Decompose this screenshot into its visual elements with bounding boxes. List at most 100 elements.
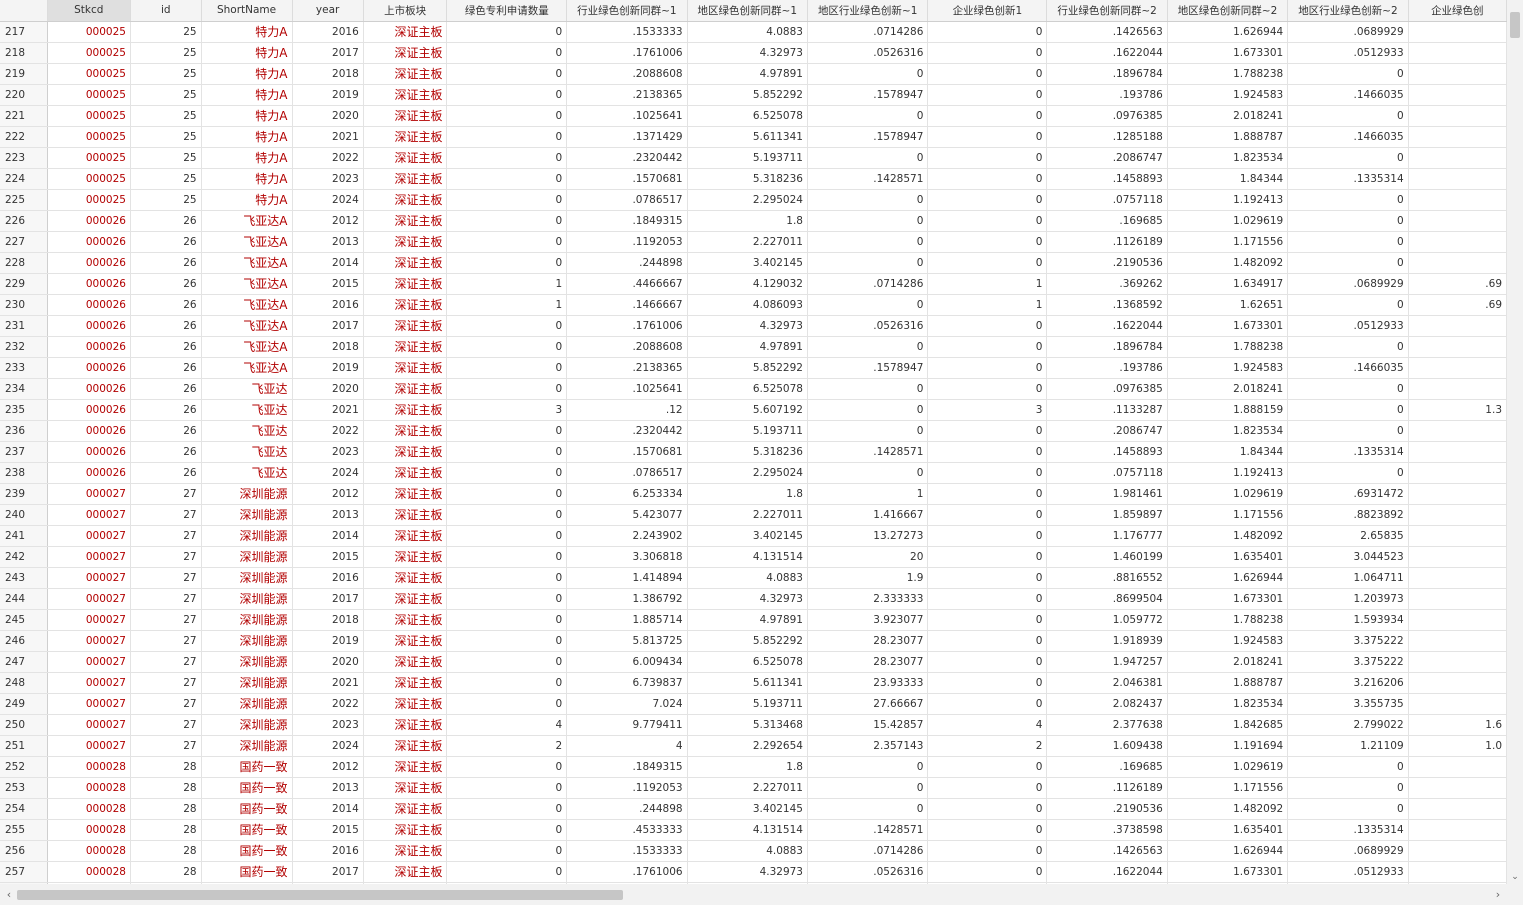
table-cell[interactable]: 深证主板 <box>363 357 448 379</box>
table-row[interactable]: 247 000027 27 深圳能源 2020 深证主板 0 6.009434 6.525078… <box>0 651 1507 673</box>
table-cell[interactable]: 27 <box>130 630 202 652</box>
table-cell[interactable]: 28 <box>130 840 202 862</box>
table-cell[interactable]: 0 <box>446 462 568 484</box>
table-cell[interactable]: .1335314 <box>1287 168 1409 190</box>
table-cell[interactable]: .0714286 <box>807 21 929 43</box>
table-cell[interactable]: 深证主板 <box>363 147 448 169</box>
table-cell[interactable]: 0 <box>446 756 568 778</box>
table-cell[interactable]: 0 <box>1287 798 1409 820</box>
table-cell[interactable]: 0 <box>927 861 1048 883</box>
table-cell[interactable]: 2.333333 <box>807 588 929 610</box>
table-cell[interactable]: 特力A <box>201 147 293 169</box>
table-cell[interactable]: 0 <box>446 378 568 400</box>
table-cell[interactable]: 0 <box>446 588 568 610</box>
table-cell[interactable]: 2020 <box>292 105 364 127</box>
table-cell[interactable]: .0526316 <box>807 315 929 337</box>
table-cell[interactable]: 1.626944 <box>1167 840 1289 862</box>
table-cell[interactable]: 1.62651 <box>1167 294 1289 316</box>
table-cell[interactable]: 1.84344 <box>1167 168 1289 190</box>
table-cell[interactable]: 2014 <box>292 798 364 820</box>
table-cell[interactable]: 0 <box>1287 252 1409 274</box>
table-cell[interactable]: 4 <box>927 714 1048 736</box>
table-cell[interactable]: 2017 <box>292 861 364 883</box>
table-cell[interactable]: 5.313468 <box>687 714 808 736</box>
table-cell[interactable]: .2088608 <box>566 336 688 358</box>
table-cell[interactable] <box>1408 357 1507 379</box>
table-cell[interactable]: 2.377638 <box>1046 714 1168 736</box>
table-cell[interactable]: 国药一致 <box>201 819 293 841</box>
table-cell[interactable]: 000027 <box>47 525 131 547</box>
table-cell[interactable]: .2320442 <box>566 147 688 169</box>
table-cell[interactable]: 0 <box>1287 210 1409 232</box>
table-cell[interactable]: .1578947 <box>807 357 929 379</box>
table-cell[interactable]: 1.924583 <box>1167 357 1289 379</box>
table-cell[interactable]: 0 <box>927 651 1048 673</box>
table-cell[interactable]: 3.375222 <box>1287 651 1409 673</box>
table-cell[interactable]: 0 <box>927 483 1048 505</box>
table-row[interactable]: 246 000027 27 深圳能源 2019 深证主板 0 5.813725 5.852292… <box>0 630 1507 652</box>
table-cell[interactable]: 0 <box>927 315 1048 337</box>
table-cell[interactable]: 2013 <box>292 504 364 526</box>
table-cell[interactable]: 2016 <box>292 840 364 862</box>
table-cell[interactable]: .1335314 <box>1287 441 1409 463</box>
table-cell[interactable]: .2088608 <box>566 63 688 85</box>
table-cell[interactable]: .1533333 <box>566 840 688 862</box>
table-cell[interactable]: 深证主板 <box>363 231 448 253</box>
table-cell[interactable]: 0 <box>807 63 929 85</box>
table-cell[interactable]: 1 <box>807 483 929 505</box>
table-cell[interactable]: 0 <box>446 231 568 253</box>
table-cell[interactable]: .1458893 <box>1046 441 1168 463</box>
table-cell[interactable]: 0 <box>927 21 1048 43</box>
table-cell[interactable]: 1.888159 <box>1167 399 1289 421</box>
table-cell[interactable]: 26 <box>130 315 202 337</box>
table-cell[interactable]: 0 <box>446 168 568 190</box>
table-cell[interactable]: 深证主板 <box>363 861 448 883</box>
table-cell[interactable]: 000026 <box>47 231 131 253</box>
table-cell[interactable]: .1428571 <box>807 168 929 190</box>
table-cell[interactable]: 0 <box>446 546 568 568</box>
table-cell[interactable]: 0 <box>1287 105 1409 127</box>
table-cell[interactable]: 000027 <box>47 714 131 736</box>
table-cell[interactable] <box>1408 588 1507 610</box>
table-cell[interactable]: 0 <box>1287 336 1409 358</box>
table-cell[interactable]: 4.0883 <box>687 21 808 43</box>
table-cell[interactable]: 2.357143 <box>807 735 929 757</box>
table-cell[interactable]: 深证主板 <box>363 378 448 400</box>
table-cell[interactable]: 深证主板 <box>363 315 448 337</box>
table-cell[interactable]: 25 <box>130 105 202 127</box>
table-row[interactable]: 219 000025 25 特力A 2018 深证主板 0.2088608 4.97891 0 0… <box>0 63 1507 85</box>
table-row[interactable]: 250 000027 27 深圳能源 2023 深证主板 4 9.779411 5.313468… <box>0 714 1507 736</box>
table-cell[interactable]: 000027 <box>47 546 131 568</box>
table-cell[interactable]: 000027 <box>47 567 131 589</box>
table-cell[interactable]: 飞亚达 <box>201 441 293 463</box>
table-cell[interactable]: 0 <box>446 504 568 526</box>
table-cell[interactable]: 1.673301 <box>1167 42 1289 64</box>
table-cell[interactable]: 1.8 <box>687 483 808 505</box>
column-header[interactable]: Stkcd <box>47 0 131 22</box>
table-cell[interactable]: 深圳能源 <box>201 735 293 757</box>
table-cell[interactable]: 1.482092 <box>1167 798 1289 820</box>
table-row[interactable]: 220 000025 25 特力A 2019 深证主板 0.2138365 5.852292.… <box>0 84 1507 106</box>
table-row[interactable]: 245 000027 27 深圳能源 2018 深证主板 0 1.885714 4.97891 3… <box>0 609 1507 631</box>
table-cell[interactable]: 5.318236 <box>687 168 808 190</box>
table-cell[interactable]: 0 <box>927 84 1048 106</box>
table-cell[interactable]: 1.859897 <box>1046 504 1168 526</box>
table-cell[interactable]: 000026 <box>47 210 131 232</box>
table-cell[interactable]: 28 <box>130 798 202 820</box>
table-cell[interactable]: 深证主板 <box>363 651 448 673</box>
table-cell[interactable]: 0 <box>927 777 1048 799</box>
table-cell[interactable]: 深证主板 <box>363 630 448 652</box>
table-cell[interactable]: 深证主板 <box>363 840 448 862</box>
table-row[interactable]: 231 000026 26 飞亚达A 2017 深证主板 0.1761006 4.32973.… <box>0 315 1507 337</box>
table-cell[interactable]: 飞亚达 <box>201 462 293 484</box>
table-cell[interactable]: 0 <box>927 567 1048 589</box>
table-cell[interactable]: 26 <box>130 378 202 400</box>
table-cell[interactable]: 特力A <box>201 189 293 211</box>
table-cell[interactable]: 0 <box>446 420 568 442</box>
table-cell[interactable]: .0714286 <box>807 273 929 295</box>
table-cell[interactable]: .0689929 <box>1287 21 1409 43</box>
table-row[interactable]: 239 000027 27 深圳能源 2012 深证主板 0 6.253334 1.8 1 0 1.9… <box>0 483 1507 505</box>
table-cell[interactable]: 深证主板 <box>363 693 448 715</box>
table-cell[interactable]: 2023 <box>292 441 364 463</box>
table-row[interactable]: 257 000028 28 国药一致 2017 深证主板 0.1761006 4.32973.… <box>0 861 1507 883</box>
